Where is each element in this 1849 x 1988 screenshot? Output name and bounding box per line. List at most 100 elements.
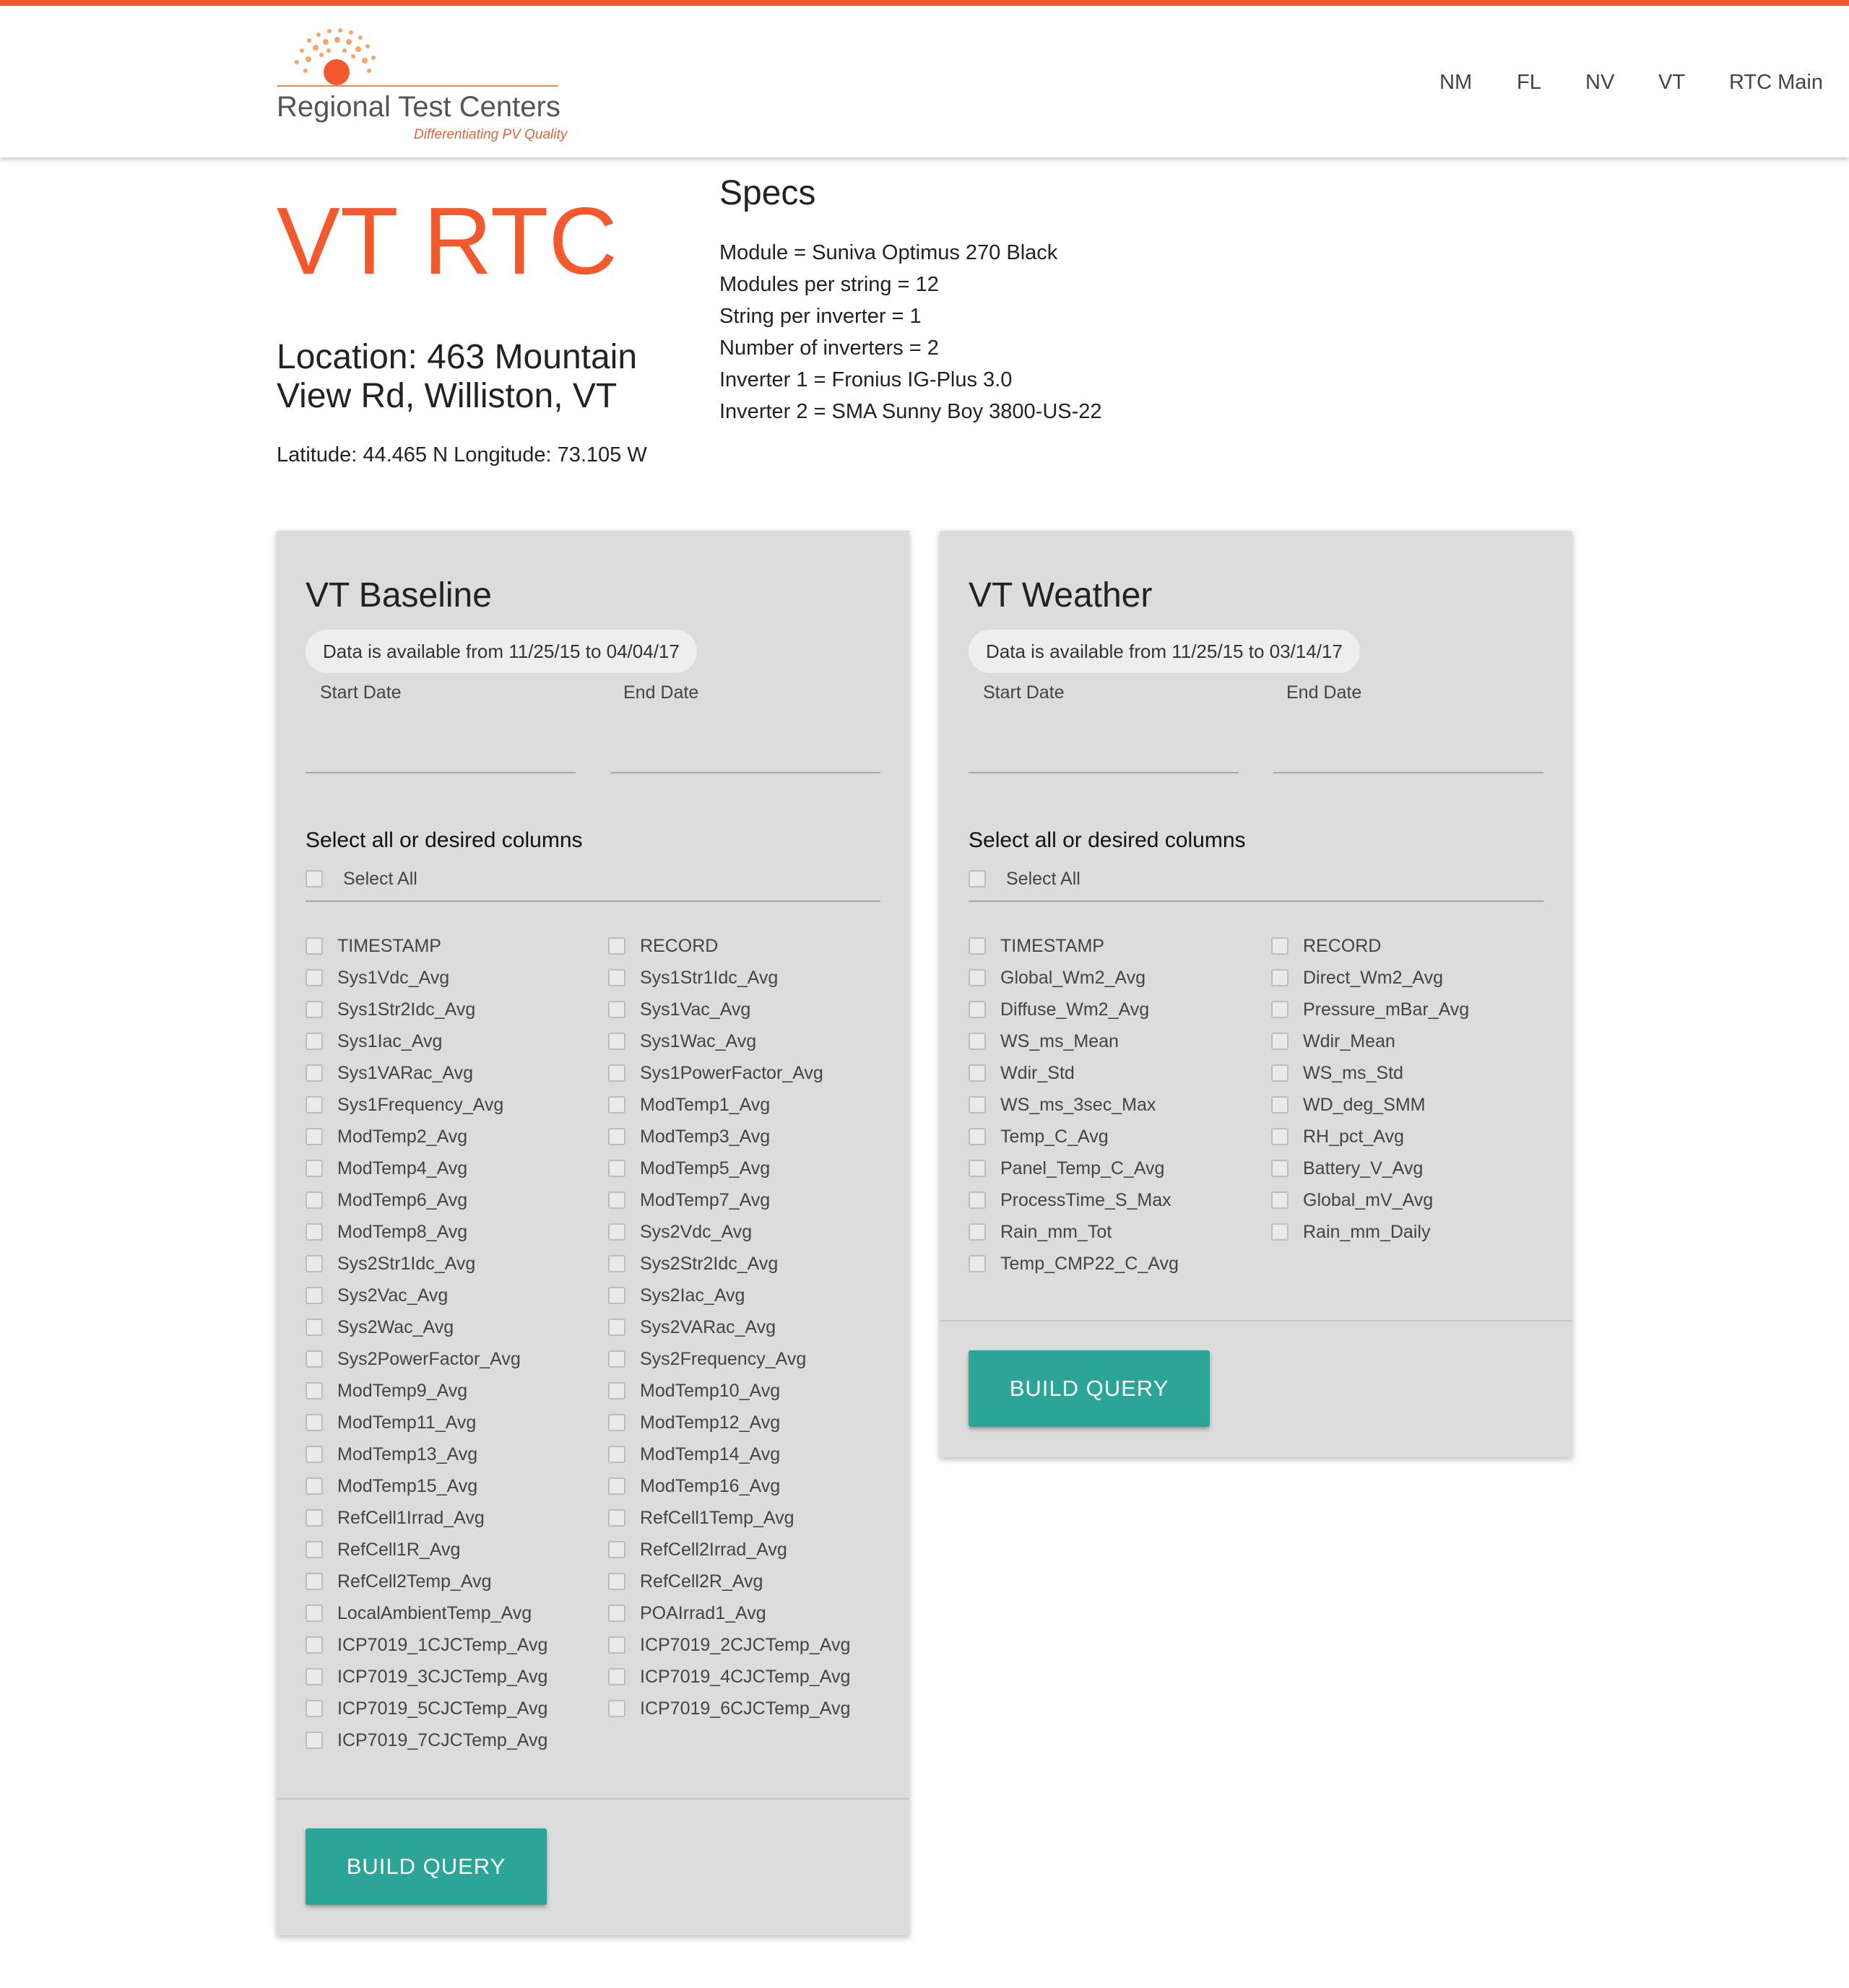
checkbox-icon[interactable] <box>1271 1096 1289 1114</box>
build-query-button[interactable]: BUILD QUERY <box>969 1350 1210 1427</box>
column-checkbox[interactable]: Sys1Frequency_Avg <box>306 1089 503 1121</box>
nav-link-nv[interactable]: NV <box>1585 71 1614 95</box>
checkbox-icon[interactable] <box>969 969 986 986</box>
checkbox-icon[interactable] <box>306 969 323 986</box>
checkbox-icon[interactable] <box>1271 1160 1289 1177</box>
checkbox-icon[interactable] <box>306 1477 323 1495</box>
column-checkbox[interactable]: RefCell1Irrad_Avg <box>306 1502 485 1534</box>
column-checkbox[interactable]: Temp_CMP22_C_Avg <box>969 1248 1179 1280</box>
column-checkbox[interactable]: LocalAmbientTemp_Avg <box>306 1597 532 1629</box>
nav-link-fl[interactable]: FL <box>1517 71 1541 95</box>
checkbox-icon[interactable] <box>1271 937 1289 955</box>
checkbox-icon[interactable] <box>608 1096 625 1114</box>
column-checkbox[interactable]: Sys1VARac_Avg <box>306 1057 473 1089</box>
column-checkbox[interactable]: Sys1Str1Idc_Avg <box>608 962 778 994</box>
column-checkbox[interactable]: POAIrrad1_Avg <box>608 1597 766 1629</box>
checkbox-icon[interactable] <box>306 1064 323 1082</box>
checkbox-icon[interactable] <box>608 1350 625 1368</box>
checkbox-icon[interactable] <box>608 1128 625 1145</box>
checkbox-icon[interactable] <box>969 1160 986 1177</box>
column-checkbox[interactable]: Sys2PowerFactor_Avg <box>306 1343 521 1375</box>
column-checkbox[interactable]: ModTemp4_Avg <box>306 1153 467 1184</box>
checkbox-icon[interactable] <box>306 1001 323 1018</box>
end-date-input[interactable] <box>1273 772 1543 773</box>
column-checkbox[interactable]: ModTemp10_Avg <box>608 1375 780 1407</box>
checkbox-icon[interactable] <box>1271 1128 1289 1145</box>
column-checkbox[interactable]: ModTemp15_Avg <box>306 1470 477 1502</box>
checkbox-icon[interactable] <box>306 1160 323 1177</box>
checkbox-icon[interactable] <box>608 1668 625 1685</box>
checkbox-icon[interactable] <box>306 1319 323 1336</box>
checkbox-icon[interactable] <box>608 1192 625 1209</box>
start-date-input[interactable] <box>969 772 1239 773</box>
column-checkbox[interactable]: RefCell1Temp_Avg <box>608 1502 794 1534</box>
column-checkbox[interactable]: ModTemp12_Avg <box>608 1407 780 1438</box>
checkbox-icon[interactable] <box>306 1414 323 1431</box>
checkbox-icon[interactable] <box>1271 969 1289 986</box>
column-checkbox[interactable]: Diffuse_Wm2_Avg <box>969 994 1149 1025</box>
column-checkbox[interactable]: ICP7019_7CJCTemp_Avg <box>306 1724 547 1756</box>
column-checkbox[interactable]: Sys2Wac_Avg <box>306 1311 454 1343</box>
checkbox-icon[interactable] <box>306 870 323 887</box>
checkbox-icon[interactable] <box>306 1446 323 1463</box>
checkbox-icon[interactable] <box>608 1573 625 1590</box>
column-checkbox[interactable]: ICP7019_4CJCTemp_Avg <box>608 1661 850 1693</box>
column-checkbox[interactable]: ICP7019_5CJCTemp_Avg <box>306 1693 547 1724</box>
checkbox-icon[interactable] <box>306 1128 323 1145</box>
column-checkbox[interactable]: ModTemp3_Avg <box>608 1121 770 1153</box>
nav-link-vt[interactable]: VT <box>1658 71 1685 95</box>
checkbox-icon[interactable] <box>306 1732 323 1749</box>
column-checkbox[interactable]: Global_Wm2_Avg <box>969 962 1146 994</box>
column-checkbox[interactable]: RECORD <box>608 930 718 962</box>
checkbox-icon[interactable] <box>608 1605 625 1622</box>
column-checkbox[interactable]: Sys1Vac_Avg <box>608 994 750 1025</box>
select-all-checkbox[interactable]: Select All <box>969 863 1081 895</box>
checkbox-icon[interactable] <box>608 1541 625 1558</box>
checkbox-icon[interactable] <box>608 1319 625 1336</box>
column-checkbox[interactable]: RH_pct_Avg <box>1271 1121 1404 1153</box>
column-checkbox[interactable]: ModTemp16_Avg <box>608 1470 780 1502</box>
column-checkbox[interactable]: Rain_mm_Tot <box>969 1216 1112 1248</box>
checkbox-icon[interactable] <box>608 1382 625 1399</box>
column-checkbox[interactable]: Rain_mm_Daily <box>1271 1216 1430 1248</box>
column-checkbox[interactable]: ModTemp1_Avg <box>608 1089 770 1121</box>
column-checkbox[interactable]: ICP7019_3CJCTemp_Avg <box>306 1661 547 1693</box>
checkbox-icon[interactable] <box>969 1096 986 1114</box>
column-checkbox[interactable]: WS_ms_Mean <box>969 1025 1119 1057</box>
column-checkbox[interactable]: ICP7019_1CJCTemp_Avg <box>306 1629 547 1661</box>
end-date-input[interactable] <box>610 772 880 773</box>
column-checkbox[interactable]: Wdir_Mean <box>1271 1025 1395 1057</box>
checkbox-icon[interactable] <box>1271 1192 1289 1209</box>
column-checkbox[interactable]: Global_mV_Avg <box>1271 1184 1433 1216</box>
checkbox-icon[interactable] <box>306 1255 323 1272</box>
checkbox-icon[interactable] <box>608 969 625 986</box>
column-checkbox[interactable]: Sys2Vac_Avg <box>306 1280 448 1311</box>
checkbox-icon[interactable] <box>608 1477 625 1495</box>
checkbox-icon[interactable] <box>306 1509 323 1527</box>
checkbox-icon[interactable] <box>969 937 986 955</box>
column-checkbox[interactable]: Wdir_Std <box>969 1057 1075 1089</box>
column-checkbox[interactable]: Direct_Wm2_Avg <box>1271 962 1443 994</box>
checkbox-icon[interactable] <box>608 1509 625 1527</box>
column-checkbox[interactable]: ICP7019_2CJCTemp_Avg <box>608 1629 850 1661</box>
checkbox-icon[interactable] <box>306 1382 323 1399</box>
checkbox-icon[interactable] <box>306 1573 323 1590</box>
checkbox-icon[interactable] <box>608 1446 625 1463</box>
column-checkbox[interactable]: WD_deg_SMM <box>1271 1089 1426 1121</box>
column-checkbox[interactable]: RefCell2Temp_Avg <box>306 1566 492 1597</box>
column-checkbox[interactable]: ModTemp9_Avg <box>306 1375 467 1407</box>
column-checkbox[interactable]: Sys1Str2Idc_Avg <box>306 994 475 1025</box>
select-all-checkbox[interactable]: Select All <box>306 863 417 895</box>
checkbox-icon[interactable] <box>608 1287 625 1304</box>
column-checkbox[interactable]: WS_ms_3sec_Max <box>969 1089 1156 1121</box>
checkbox-icon[interactable] <box>969 1128 986 1145</box>
column-checkbox[interactable]: WS_ms_Std <box>1271 1057 1403 1089</box>
column-checkbox[interactable]: Battery_V_Avg <box>1271 1153 1423 1184</box>
checkbox-icon[interactable] <box>608 1223 625 1241</box>
column-checkbox[interactable]: Sys1Vdc_Avg <box>306 962 449 994</box>
column-checkbox[interactable]: ModTemp6_Avg <box>306 1184 467 1216</box>
checkbox-icon[interactable] <box>1271 1001 1289 1018</box>
column-checkbox[interactable]: Sys2Frequency_Avg <box>608 1343 806 1375</box>
column-checkbox[interactable]: ModTemp2_Avg <box>306 1121 467 1153</box>
checkbox-icon[interactable] <box>608 1160 625 1177</box>
